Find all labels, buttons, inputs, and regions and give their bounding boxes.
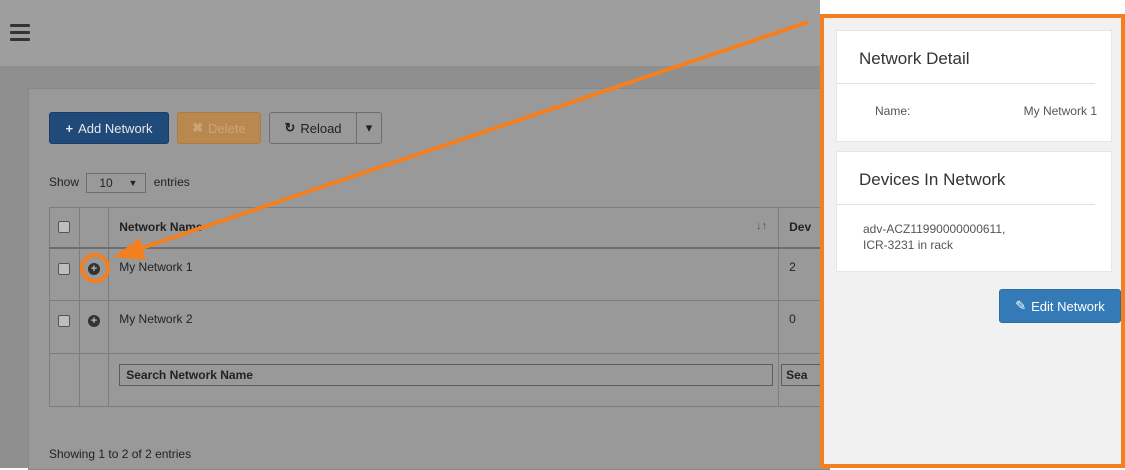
name-label: Name: — [875, 104, 911, 118]
network-detail-panel: Network Detail Name: My Network 1 Device… — [820, 14, 1125, 468]
devices-card: Devices In Network adv-ACZ11990000000611… — [836, 151, 1112, 272]
edit-icon: ✎ — [1015, 298, 1027, 313]
edit-network-label: Edit Network — [1031, 298, 1105, 314]
annotation-arrow-head — [113, 238, 146, 260]
network-detail-title: Network Detail — [837, 31, 1095, 84]
annotation-arrow-line — [129, 20, 809, 254]
device-item: adv-ACZ11990000000611, — [863, 222, 1006, 236]
devices-in-network-title: Devices In Network — [837, 152, 1095, 205]
highlight-ring — [80, 253, 110, 283]
name-row: Name: My Network 1 — [837, 84, 1111, 118]
name-value: My Network 1 — [1023, 104, 1097, 118]
edit-network-button[interactable]: ✎ Edit Network — [999, 289, 1121, 323]
network-detail-card: Network Detail Name: My Network 1 — [836, 30, 1112, 142]
device-item: ICR-3231 in rack — [863, 238, 954, 252]
devices-list: adv-ACZ11990000000611, ICR-3231 in rack — [837, 205, 1111, 253]
